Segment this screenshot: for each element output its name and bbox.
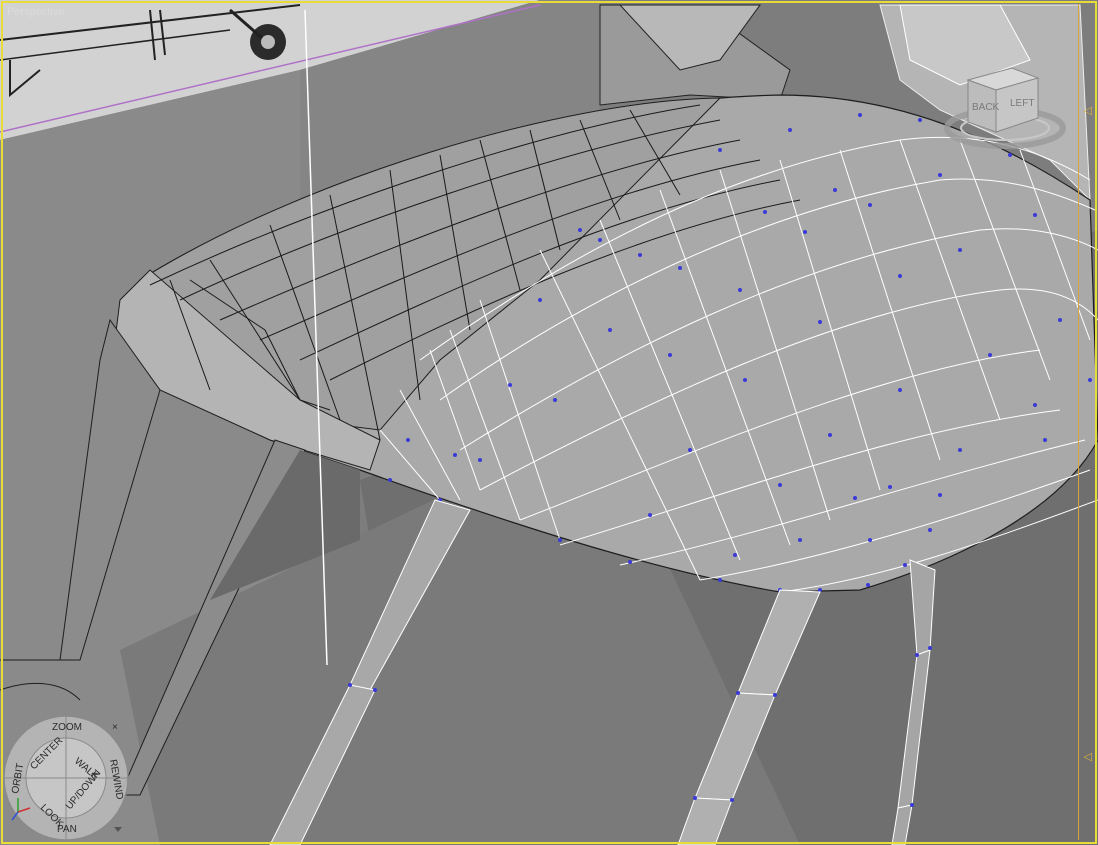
viewcube[interactable]: BACK LEFT — [940, 58, 1070, 158]
model-scene[interactable] — [0, 0, 1098, 845]
safe-frame-line — [1078, 4, 1079, 840]
safe-frame-marker-icon: ◁ — [1083, 751, 1092, 763]
close-icon[interactable]: × — [112, 722, 118, 733]
viewport-label[interactable]: Perspective — [7, 6, 64, 18]
viewcube-back-label: BACK — [972, 102, 1000, 113]
viewcube-left-label: LEFT — [1010, 98, 1034, 109]
perspective-viewport[interactable]: ◁ ◁ Perspective BACK LEFT ZOOM PAN ORBIT… — [0, 0, 1098, 845]
steering-wheel[interactable]: ZOOM PAN ORBIT REWIND CENTER WALK LOOK U… — [2, 712, 130, 842]
safe-frame-marker-icon: ◁ — [1083, 105, 1092, 117]
menu-arrow-icon[interactable] — [114, 827, 122, 832]
zoom-wedge[interactable]: ZOOM — [52, 722, 82, 733]
